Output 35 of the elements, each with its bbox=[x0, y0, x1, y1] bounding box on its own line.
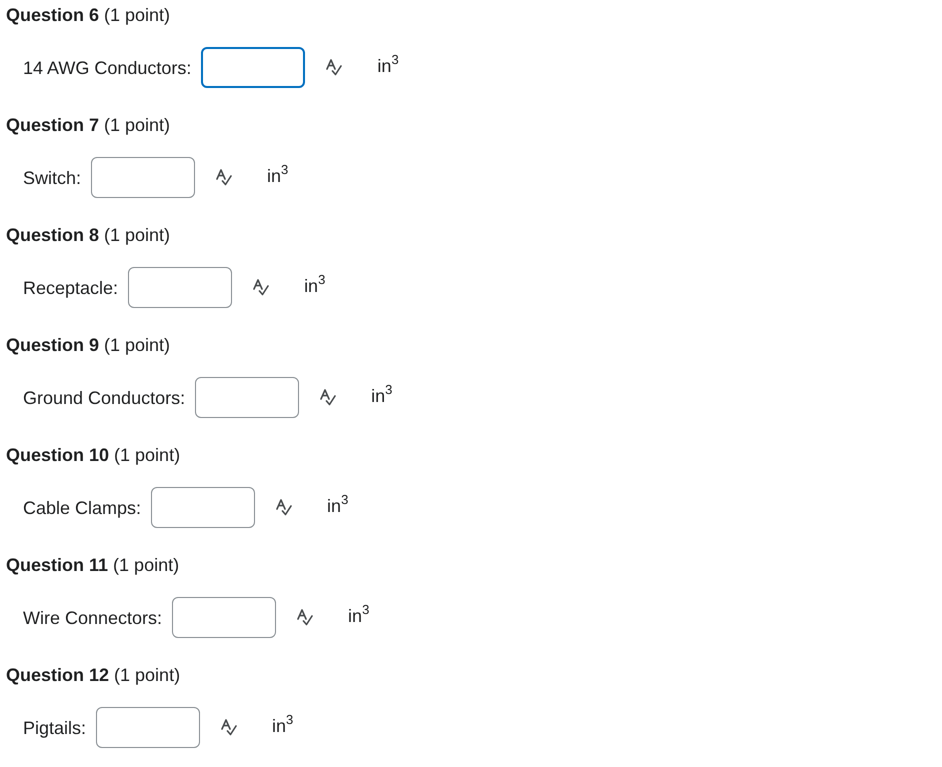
unit-label: in$^{3}$ bbox=[377, 54, 399, 76]
question-heading: Question 6 (1 point) bbox=[6, 4, 170, 26]
field-label: Switch: bbox=[23, 166, 82, 188]
unit-label: in$^{3}$ bbox=[267, 164, 288, 186]
spellcheck-icon bbox=[253, 279, 270, 296]
spellcheck-icon bbox=[326, 59, 342, 76]
answer-field[interactable] bbox=[91, 157, 196, 198]
field-label: Cable Clamps: bbox=[23, 496, 142, 518]
question-heading: Question 8 (1 point) bbox=[6, 224, 170, 246]
unit-label: in$^{3}$ bbox=[348, 604, 370, 626]
field-label: Pigtails: bbox=[23, 716, 86, 738]
spellcheck-icon bbox=[216, 169, 232, 186]
answer-field[interactable] bbox=[172, 597, 276, 638]
unit-label: in$^{3}$ bbox=[272, 714, 294, 736]
answer-field[interactable] bbox=[151, 487, 256, 528]
field-label: Wire Connectors: bbox=[23, 606, 162, 628]
question-heading: Question 11 (1 point) bbox=[6, 554, 180, 576]
question-heading: Question 10 (1 point) bbox=[6, 444, 180, 466]
spellcheck-icon bbox=[276, 499, 292, 516]
field-label: 14 AWG Conductors: bbox=[23, 56, 192, 78]
question-heading: Question 7 (1 point) bbox=[6, 114, 170, 136]
answer-field[interactable] bbox=[128, 267, 232, 308]
answer-field[interactable] bbox=[201, 47, 306, 88]
field-label: Ground Conductors: bbox=[23, 386, 186, 408]
unit-label: in$^{3}$ bbox=[371, 384, 392, 406]
answer-field[interactable] bbox=[195, 377, 300, 418]
unit-label: in$^{3}$ bbox=[304, 274, 326, 296]
spellcheck-icon bbox=[221, 719, 238, 736]
question-heading: Question 12 (1 point) bbox=[6, 664, 180, 686]
spellcheck-icon bbox=[320, 389, 336, 406]
question-heading: Question 9 (1 point) bbox=[6, 334, 170, 356]
unit-label: in$^{3}$ bbox=[327, 494, 348, 516]
spellcheck-icon bbox=[297, 609, 314, 626]
answer-field[interactable] bbox=[96, 707, 200, 748]
field-label: Receptacle: bbox=[23, 276, 118, 298]
